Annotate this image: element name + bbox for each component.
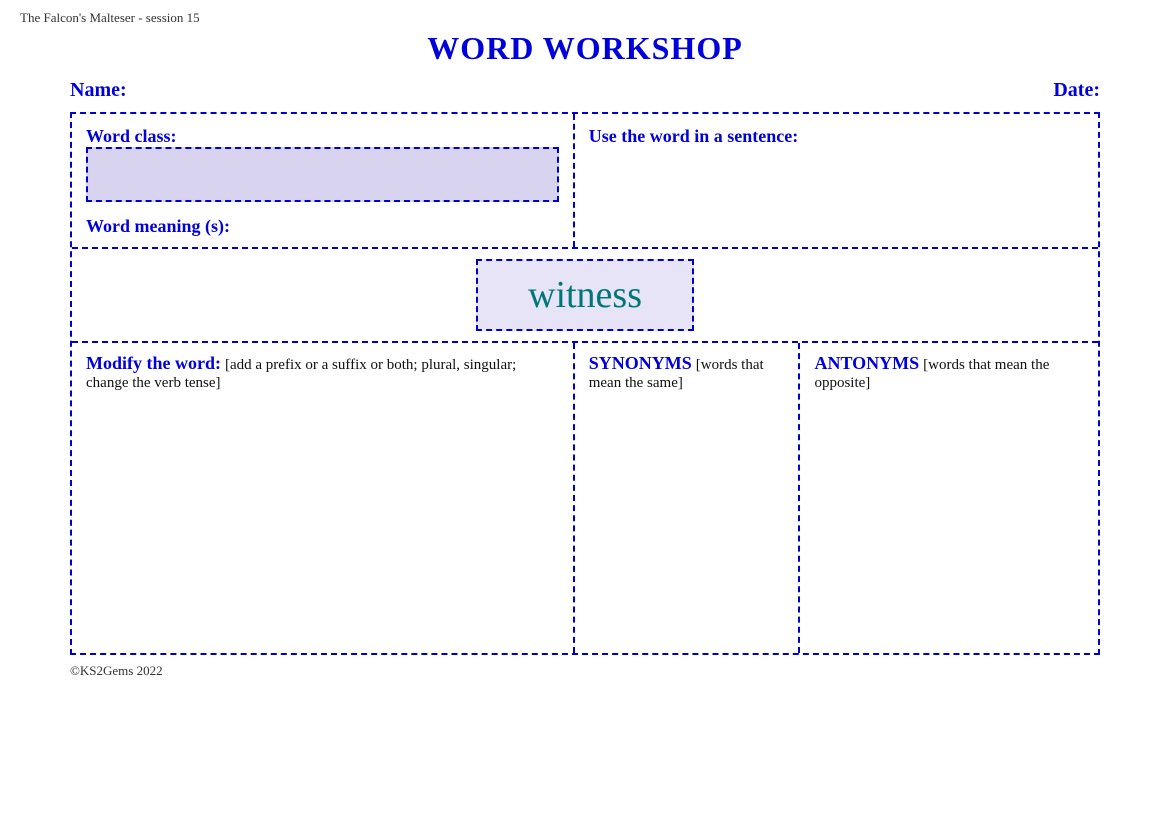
word-class-input-box[interactable] <box>86 147 559 202</box>
modify-word-column: Modify the word: [add a prefix or a suff… <box>72 343 575 653</box>
center-word-box: witness <box>476 259 694 331</box>
antonyms-column: ANTONYMS [words that mean the opposite] <box>800 343 1098 653</box>
bottom-row: Modify the word: [add a prefix or a suff… <box>72 343 1098 653</box>
name-date-row: Name: Date: <box>20 79 1150 102</box>
worksheet-container: Word class: Word meaning (s): Use the wo… <box>70 112 1100 655</box>
modify-word-label: Modify the word: <box>86 353 221 373</box>
date-label: Date: <box>1053 79 1100 102</box>
synonyms-column: SYNONYMS [words that mean the same] <box>575 343 801 653</box>
top-left-column: Word class: Word meaning (s): <box>72 114 575 247</box>
top-row: Word class: Word meaning (s): Use the wo… <box>72 114 1098 249</box>
word-row: witness <box>72 249 1098 343</box>
top-right-column: Use the word in a sentence: <box>575 114 1098 247</box>
name-label: Name: <box>70 79 127 102</box>
witness-box-wrap: witness <box>72 249 1098 341</box>
word-class-label: Word class: <box>86 126 559 147</box>
session-label: The Falcon's Malteser - session 15 <box>20 10 1150 26</box>
page-title: WORD WORKSHOP <box>20 30 1150 67</box>
antonyms-label: ANTONYMS <box>814 353 919 373</box>
synonyms-label: SYNONYMS <box>589 353 692 373</box>
word-meaning-label: Word meaning (s): <box>86 216 559 237</box>
use-sentence-label: Use the word in a sentence: <box>589 126 1084 147</box>
copyright-label: ©KS2Gems 2022 <box>20 663 1150 679</box>
